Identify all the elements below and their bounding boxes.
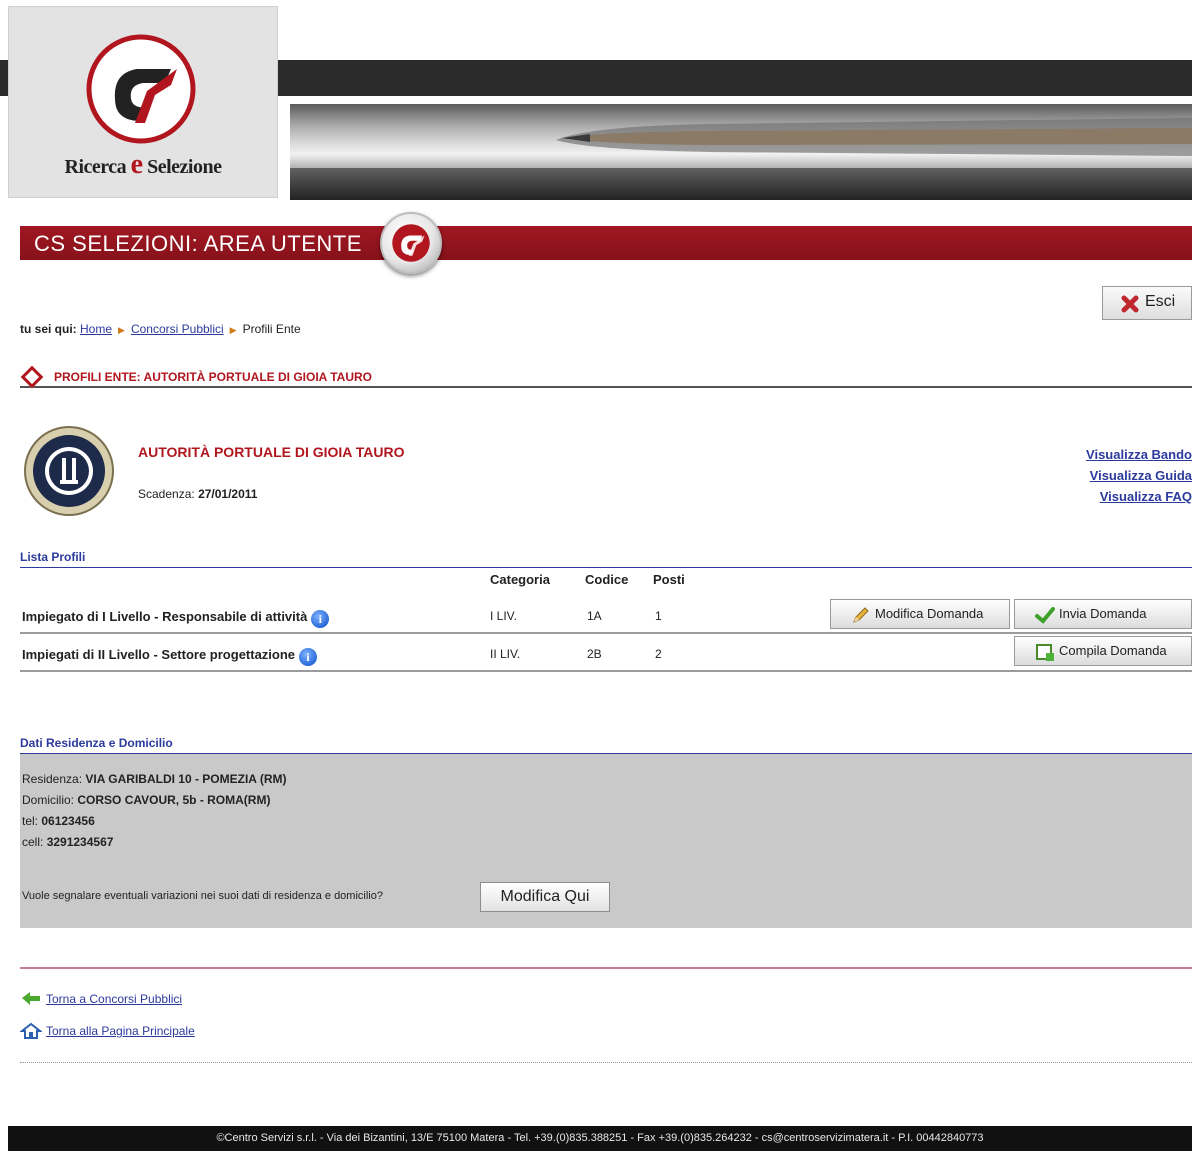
profile-codice: 1A (587, 609, 602, 623)
dotted-divider (20, 1062, 1192, 1063)
entity-seal-icon (24, 426, 114, 516)
view-bando-link[interactable]: Visualizza Bando (1086, 444, 1192, 465)
area-badge-logo (380, 212, 442, 274)
logout-button[interactable]: Esci (1102, 286, 1192, 320)
mobile-line: cell: 3291234567 (22, 835, 114, 849)
cs-badge-icon (392, 224, 430, 262)
col-codice: Codice (585, 572, 629, 587)
back-arrow-icon (22, 992, 40, 1005)
entity-links: Visualizza Bando Visualizza Guida Visual… (1086, 444, 1192, 507)
profile-name: Impiegato di I Livello - Responsabile di… (22, 609, 330, 628)
profiles-heading: Lista Profili (20, 550, 1192, 568)
logo-box[interactable]: Ricerca e Selezione (8, 6, 278, 198)
view-guida-link[interactable]: Visualizza Guida (1086, 465, 1192, 486)
breadcrumb-separator-icon: ▶ (118, 325, 125, 335)
breadcrumb: tu sei qui: Home ▶ Concorsi Pubblici ▶ Profi… (20, 322, 301, 336)
breadcrumb-concorsi-link[interactable]: Concorsi Pubblici (131, 322, 224, 336)
deadline-label: Scadenza: (138, 487, 195, 501)
divider (20, 967, 1192, 969)
top-dark-bar (278, 60, 1192, 96)
profile-title-text: PROFILI ENTE: AUTORITÀ PORTUALE DI GIOIA… (54, 370, 372, 384)
fill-application-button[interactable]: Compila Domanda (1014, 636, 1192, 666)
edit-application-button[interactable]: Modifica Domanda (830, 599, 1010, 629)
fill-application-label: Compila Domanda (1059, 643, 1167, 658)
back-to-concorsi-link[interactable]: Torna a Concorsi Pubblici (46, 992, 182, 1006)
residence-heading: Dati Residenza e Domicilio (20, 736, 1192, 754)
residence-panel: Residenza: VIA GARIBALDI 10 - POMEZIA (R… (20, 754, 1192, 928)
entity-name: AUTORITÀ PORTUALE DI GIOIA TAURO (138, 444, 405, 460)
logo-text: Ricerca e Selezione (64, 149, 222, 180)
breadcrumb-separator-icon: ▶ (229, 325, 237, 335)
send-application-label: Invia Domanda (1059, 606, 1147, 621)
phone-line: tel: 06123456 (22, 814, 95, 828)
residence-question: Vuole segnalare eventuali variazioni nei… (22, 890, 383, 902)
view-faq-link[interactable]: Visualizza FAQ (1086, 486, 1192, 507)
checkmark-icon (1035, 607, 1055, 624)
breadcrumb-home-link[interactable]: Home (80, 322, 112, 336)
profile-categoria: I LIV. (490, 609, 517, 623)
profile-posti: 1 (655, 609, 662, 623)
cs-logo-icon (86, 34, 196, 144)
send-application-button[interactable]: Invia Domanda (1014, 599, 1192, 629)
entity-deadline: Scadenza: 27/01/2011 (138, 487, 257, 501)
info-icon[interactable]: i (299, 648, 318, 666)
breadcrumb-current: Profili Ente (242, 322, 301, 336)
area-title-bar: CS SELEZIONI: AREA UTENTE (20, 226, 1192, 260)
table-row: Impiegato di I Livello - Responsabile di… (20, 598, 1192, 634)
residence-line: Residenza: VIA GARIBALDI 10 - POMEZIA (R… (22, 772, 287, 786)
table-row: Impiegati di II Livello - Settore proget… (20, 636, 1192, 672)
modify-residence-button[interactable]: Modifica Qui (480, 882, 610, 912)
home-icon (20, 1022, 42, 1039)
footer: ©Centro Servizi s.r.l. - Via dei Bizanti… (8, 1126, 1192, 1151)
breadcrumb-prefix: tu sei qui: (20, 322, 77, 336)
col-categoria: Categoria (490, 572, 550, 587)
pencil-icon (853, 607, 869, 623)
profile-codice: 2B (587, 647, 602, 661)
edit-application-label: Modifica Domanda (875, 606, 984, 621)
header-banner-pencil (290, 104, 1192, 200)
deadline-value: 27/01/2011 (198, 487, 258, 501)
logout-label: Esci (1145, 293, 1176, 310)
form-icon (1036, 644, 1054, 661)
area-title: CS SELEZIONI: AREA UTENTE (34, 231, 362, 256)
profile-categoria: II LIV. (490, 647, 521, 661)
profile-posti: 2 (655, 647, 662, 661)
info-icon[interactable]: i (311, 610, 330, 628)
diamond-icon (20, 365, 44, 389)
domicile-line: Domicilio: CORSO CAVOUR, 5b - ROMA(RM) (22, 793, 271, 807)
profile-section-title: PROFILI ENTE: AUTORITÀ PORTUALE DI GIOIA… (20, 365, 1192, 389)
profile-name: Impiegati di II Livello - Settore proget… (22, 647, 318, 666)
pencil-image (290, 118, 1192, 200)
back-to-home-link[interactable]: Torna alla Pagina Principale (46, 1024, 195, 1038)
col-posti: Posti (653, 572, 685, 587)
close-icon (1121, 295, 1139, 313)
